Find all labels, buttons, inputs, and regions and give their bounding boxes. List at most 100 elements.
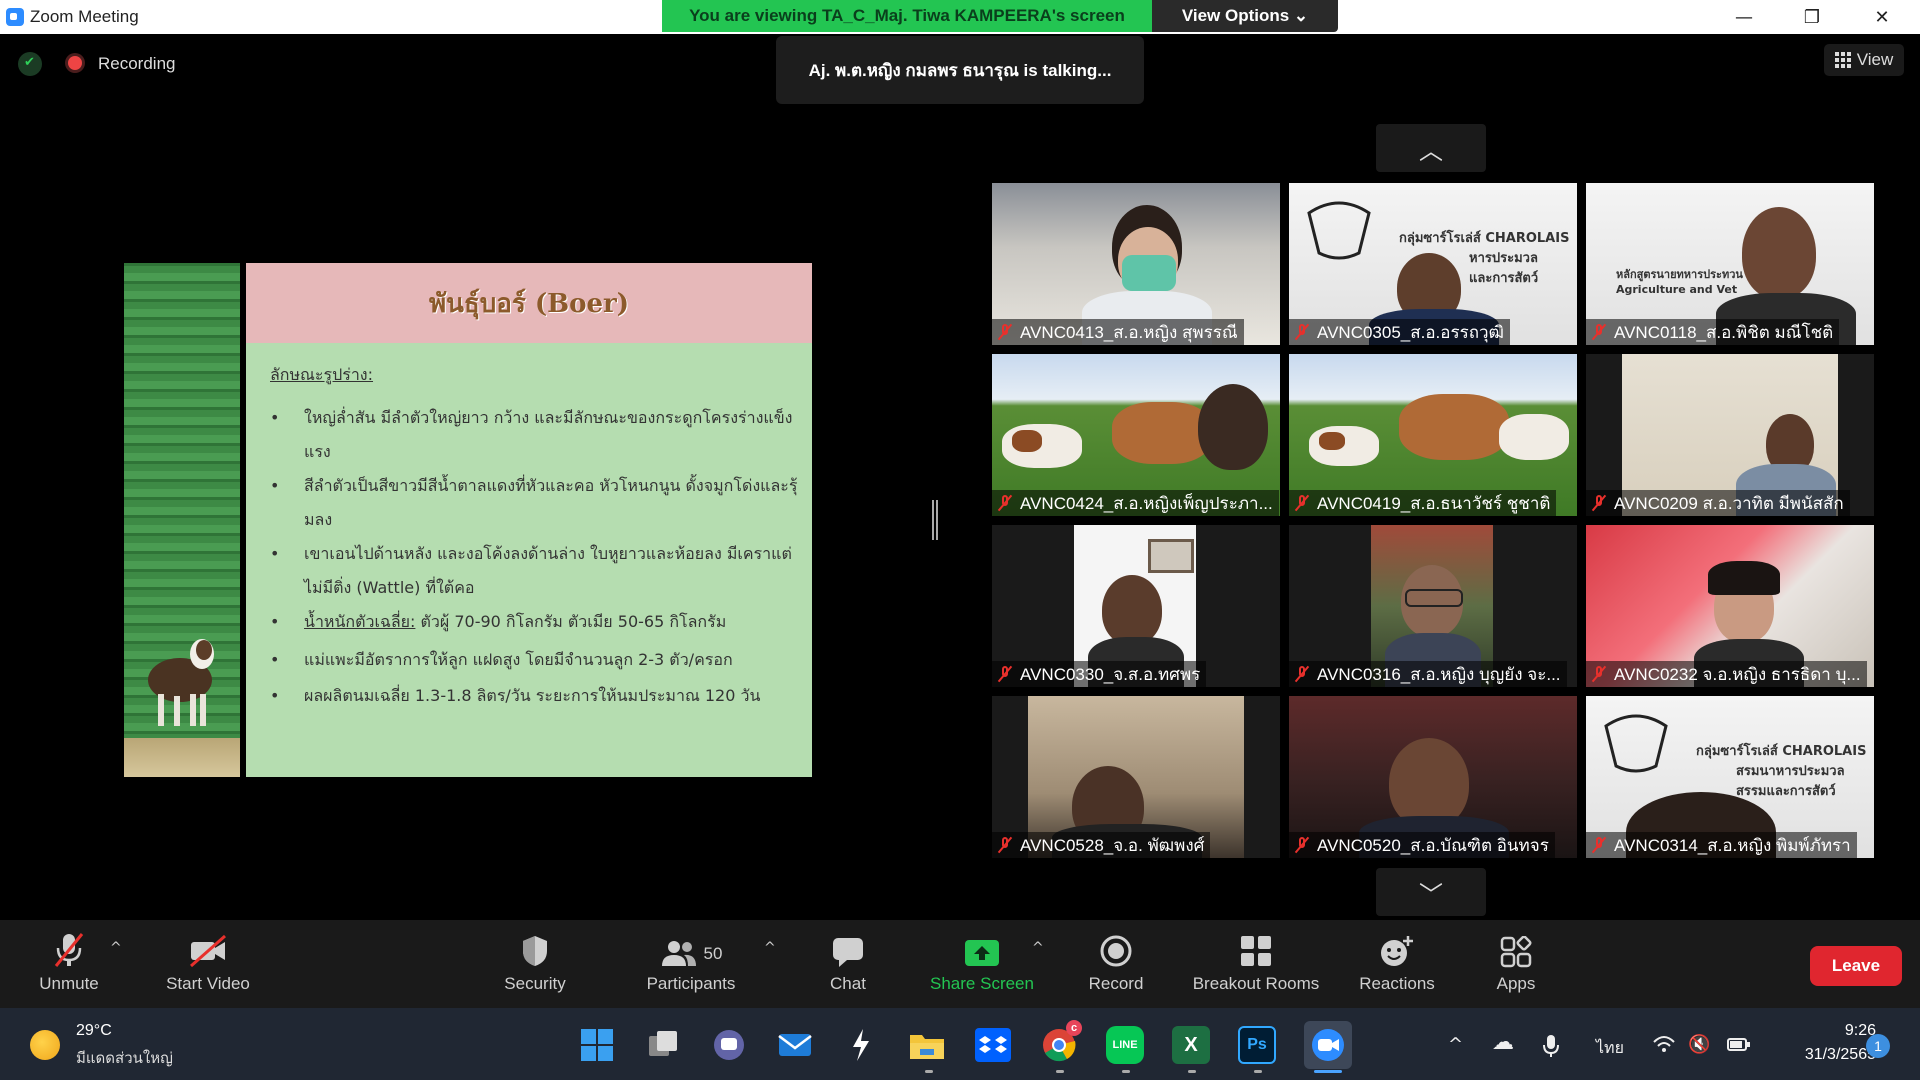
participant-tile[interactable]: AVNC0520_ส.อ.บัณฑิต อินทจร (1289, 696, 1577, 858)
close-button[interactable]: ✕ (1852, 0, 1912, 34)
running-indicator (1056, 1070, 1064, 1073)
mic-muted-icon (52, 920, 86, 972)
language-indicator[interactable]: ไทย (1596, 1036, 1624, 1061)
bolt-app-icon[interactable] (842, 1026, 880, 1064)
participant-name: AVNC0316_ส.อ.หญิง บุญยัง จะ... (1289, 661, 1567, 687)
battery-icon[interactable] (1726, 1034, 1752, 1059)
running-indicator (925, 1070, 933, 1073)
participant-name: AVNC0413_ส.อ.หญิง สุพรรณี (992, 319, 1244, 345)
slide-straw-ground (124, 738, 240, 777)
charolais-logo-text: กลุ่มซาร์โรเล่ส์ CHAROLAIS (1399, 231, 1570, 246)
weather-description[interactable]: มีแดดส่วนใหญ่ (76, 1046, 173, 1070)
gallery-up-arrow[interactable]: ︿ (1376, 124, 1486, 172)
wifi-icon[interactable] (1652, 1034, 1676, 1059)
weather-temperature[interactable]: 29°C (76, 1022, 112, 1040)
view-button-label: View (1856, 50, 1894, 69)
clock-time[interactable]: 9:26 (1786, 1022, 1876, 1040)
notification-badge[interactable]: 1 (1866, 1034, 1890, 1058)
participant-face (1389, 738, 1469, 828)
participants-icon (661, 941, 696, 966)
participant-name: AVNC0520_ส.อ.บัณฑิต อินทจร (1289, 832, 1555, 858)
weather-sun-icon[interactable] (30, 1030, 60, 1060)
participant-tile[interactable]: หลักสูตรนายทหารประทวน Agriculture and Ve… (1586, 183, 1874, 345)
mail-icon[interactable] (776, 1026, 814, 1064)
mic-muted-icon (998, 665, 1012, 683)
speaker-muted-icon[interactable]: 🔇 (1688, 1034, 1710, 1055)
participant-name: AVNC0424_ส.อ.หญิงเพ็ญประภา... (992, 490, 1279, 516)
mic-muted-icon (1295, 665, 1309, 683)
glasses (1405, 589, 1463, 607)
charolais-logo-text: สรมนาหารประมวล (1736, 764, 1845, 779)
shield-icon (520, 920, 550, 972)
goat-image (148, 639, 214, 726)
slide-title: พันธุ์บอร์ (Boer) (428, 288, 630, 319)
apps-button[interactable]: Apps (1476, 920, 1556, 1008)
zoom-taskbar-icon[interactable] (1304, 1021, 1352, 1069)
chrome-profile-badge: c (1066, 1020, 1082, 1036)
running-indicator (1188, 1070, 1196, 1073)
reactions-icon (1379, 920, 1415, 972)
participant-tile[interactable]: กลุ่มซาร์โรเล่ส์ CHAROLAIS หารประมวล และ… (1289, 183, 1577, 345)
participant-face (1102, 575, 1162, 645)
view-button[interactable]: View (1824, 44, 1904, 76)
windows-taskbar (0, 1008, 1920, 1080)
breakout-rooms-button[interactable]: Breakout Rooms (1186, 920, 1326, 1008)
course-logo-text: หลักสูตรนายทหารประทวน (1616, 268, 1743, 281)
dropbox-icon[interactable] (974, 1026, 1012, 1064)
chat-button[interactable]: Chat (808, 920, 888, 1008)
participant-tile[interactable]: AVNC0413_ส.อ.หญิง สุพรรณี (992, 183, 1280, 345)
security-button[interactable]: Security (490, 920, 580, 1008)
mic-muted-icon (1592, 323, 1606, 341)
slide-subtitle: ลักษณะรูปร่าง: (270, 365, 374, 384)
line-app-icon[interactable]: LINE (1106, 1026, 1144, 1064)
clock-date[interactable]: 31/3/2565 (1766, 1046, 1876, 1064)
chrome-icon[interactable]: c (1040, 1020, 1082, 1064)
participants-button[interactable]: 50 Participants (636, 920, 746, 1008)
reactions-button[interactable]: Reactions (1352, 920, 1442, 1008)
participant-tile[interactable]: กลุ่มซาร์โรเล่ส์ CHAROLAIS สรมนาหารประมว… (1586, 696, 1874, 858)
face-mask (1122, 255, 1176, 291)
encryption-shield-icon[interactable] (18, 52, 42, 76)
view-options-button[interactable]: View Options ⌄ (1152, 0, 1338, 32)
participant-name: AVNC0528_จ.อ. พัฒพงศ์ (992, 832, 1211, 858)
recording-indicator-icon (68, 56, 82, 70)
share-screen-button[interactable]: Share Screen (922, 920, 1042, 1008)
participant-tile[interactable]: AVNC0424_ส.อ.หญิงเพ็ญประภา... (992, 354, 1280, 516)
participant-face (1198, 384, 1268, 470)
record-button[interactable]: Record (1076, 920, 1156, 1008)
tray-overflow-chevron[interactable]: ^ (1448, 1034, 1463, 1055)
participant-tile[interactable]: AVNC0330_จ.ส.อ.ทศพร (992, 525, 1280, 687)
participant-name: AVNC0419_ส.อ.ธนาวัชร์ ชูชาติ (1289, 490, 1557, 516)
maximize-button[interactable]: ❐ (1782, 0, 1842, 34)
charolais-logo-text: กลุ่มซาร์โรเล่ส์ CHAROLAIS (1696, 744, 1867, 759)
charolais-logo-text: หารประมวล (1469, 251, 1538, 266)
panel-resize-handle[interactable] (932, 500, 938, 540)
cow-image (1499, 414, 1569, 460)
onedrive-cloud-icon[interactable]: ☁ (1492, 1030, 1514, 1055)
microphone-tray-icon[interactable] (1542, 1034, 1560, 1063)
participant-hair (1708, 561, 1780, 595)
participants-options-caret[interactable]: ^ (764, 940, 776, 956)
participant-tile[interactable]: AVNC0528_จ.อ. พัฒพงศ์ (992, 696, 1280, 858)
slide-body: ลักษณะรูปร่าง: • ใหญ่ล่ำสัน มีลำตัวใหญ่ยา… (246, 343, 812, 777)
minimize-button[interactable]: — (1714, 0, 1774, 34)
task-view-icon[interactable] (644, 1026, 682, 1064)
mic-muted-icon (1592, 494, 1606, 512)
unmute-button[interactable]: Unmute (24, 920, 114, 1008)
windows-start-icon[interactable] (578, 1026, 616, 1064)
teams-chat-icon[interactable] (710, 1026, 748, 1064)
participant-tile[interactable]: AVNC0419_ส.อ.ธนาวัชร์ ชูชาติ (1289, 354, 1577, 516)
participant-tile[interactable]: AVNC0209 ส.อ.วาทิต มีพนัสสัก (1586, 354, 1874, 516)
leave-button[interactable]: Leave (1810, 946, 1902, 986)
photoshop-icon[interactable]: Ps (1238, 1026, 1276, 1064)
excel-icon[interactable]: X (1172, 1026, 1210, 1064)
start-video-button[interactable]: Start Video (150, 920, 266, 1008)
video-off-icon (188, 920, 228, 972)
share-options-caret[interactable]: ^ (1032, 940, 1044, 956)
gallery-down-arrow[interactable]: ﹀ (1376, 868, 1486, 916)
audio-options-caret[interactable]: ^ (110, 940, 122, 956)
file-explorer-icon[interactable] (908, 1026, 946, 1064)
participant-tile[interactable]: AVNC0316_ส.อ.หญิง บุญยัง จะ... (1289, 525, 1577, 687)
participant-tile[interactable]: AVNC0232 จ.อ.หญิง ธารธิดา บุ... (1586, 525, 1874, 687)
cow-logo-icon (1604, 714, 1668, 773)
